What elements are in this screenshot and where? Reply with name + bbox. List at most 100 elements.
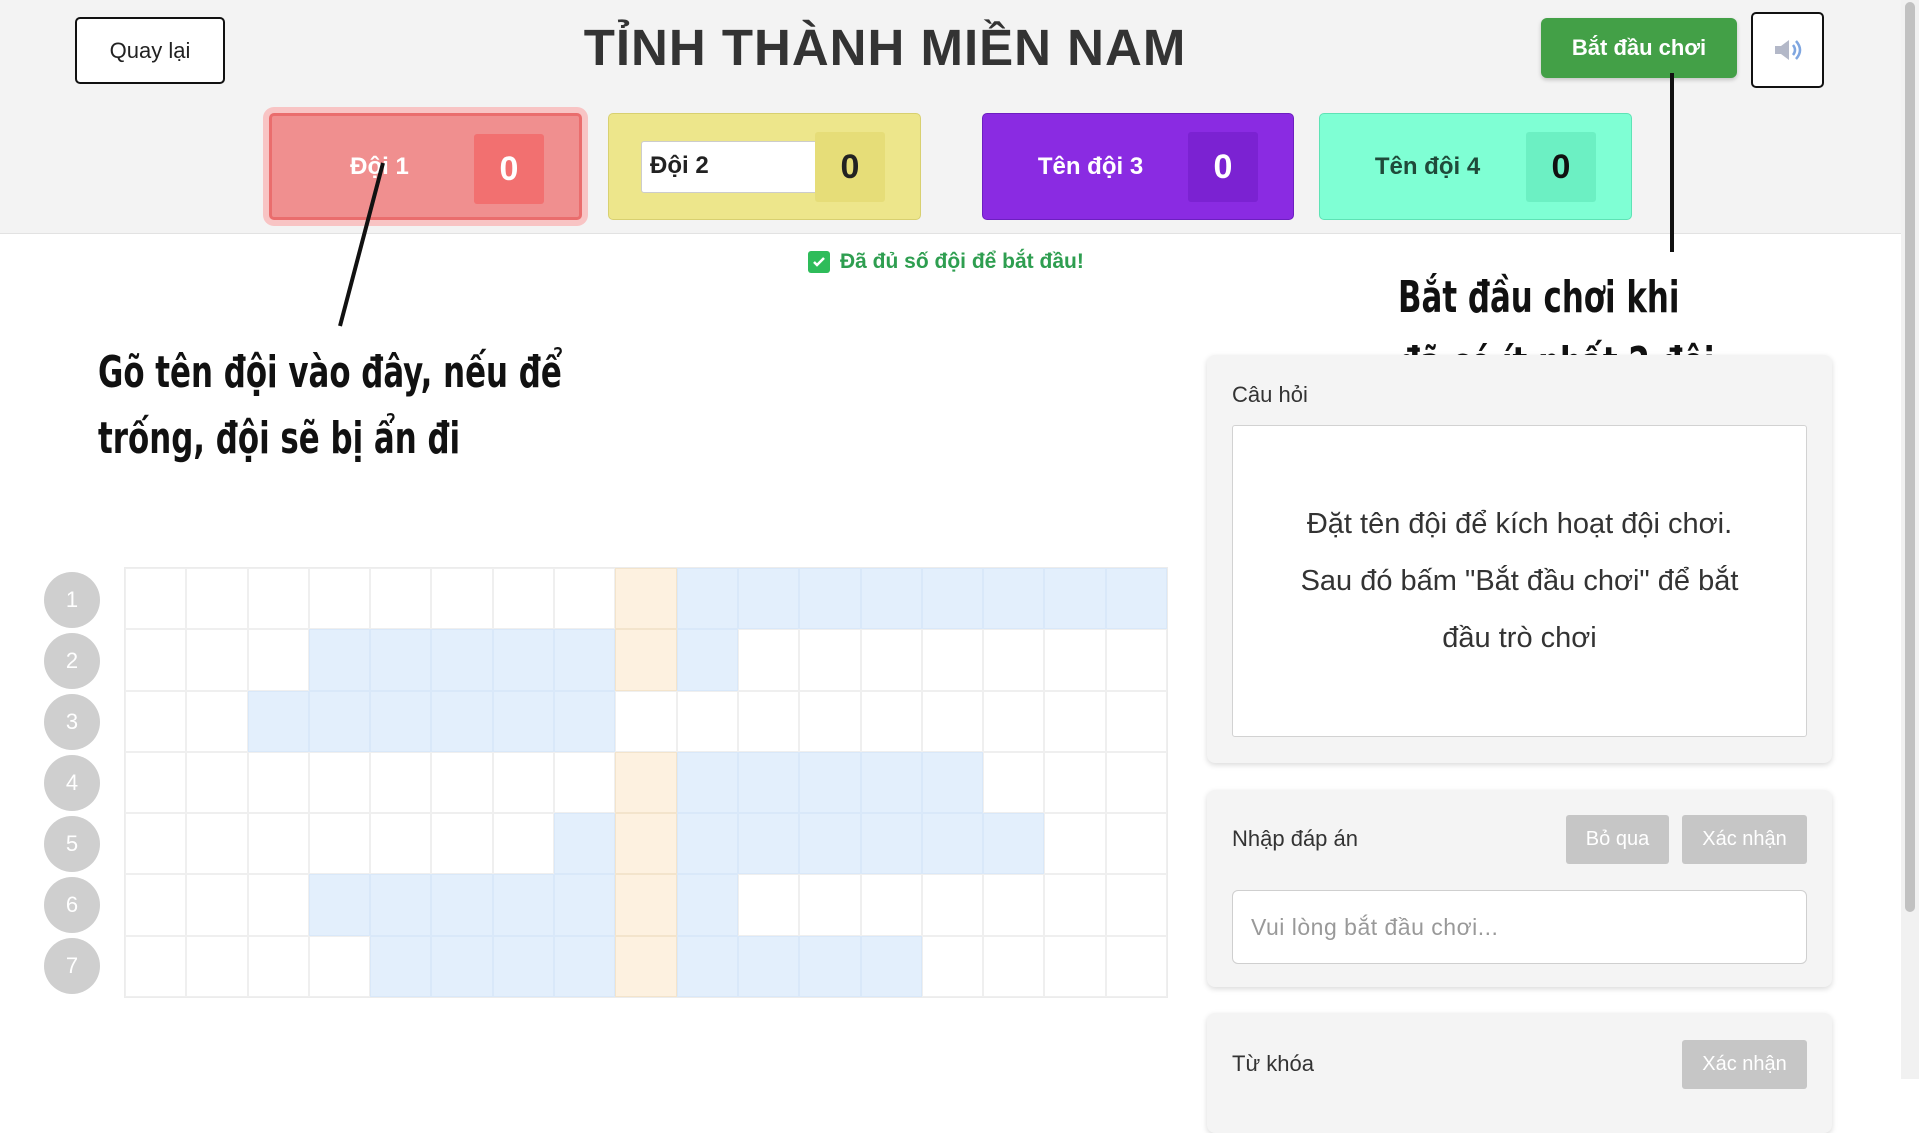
board-cell [370, 629, 432, 691]
board-cell [860, 568, 922, 630]
board-cell [983, 568, 1045, 630]
board-cell [921, 813, 984, 875]
keyword-panel: Từ khóa Xác nhận [1207, 1013, 1832, 1133]
board-cell [370, 751, 432, 814]
row-number[interactable]: 7 [44, 938, 100, 994]
board-cell [554, 813, 616, 875]
board-cell [186, 690, 248, 752]
board-cell [247, 629, 309, 691]
board-cell [921, 751, 984, 814]
team-hint-arrow [338, 162, 385, 327]
board-cell [186, 568, 248, 630]
board-cell [492, 935, 555, 998]
row-number[interactable]: 5 [44, 816, 100, 872]
board-cell [1044, 935, 1106, 998]
board-cell [186, 629, 248, 691]
board-cell [676, 751, 738, 814]
row-number[interactable]: 2 [44, 633, 100, 689]
board-cell [983, 629, 1045, 691]
skip-button[interactable]: Bỏ qua [1566, 815, 1669, 864]
board-cell [492, 629, 555, 691]
board-cell [554, 568, 616, 630]
row-number[interactable]: 1 [44, 572, 100, 628]
row-number[interactable]: 6 [44, 877, 100, 933]
board-cell [676, 629, 738, 691]
board-cell [737, 690, 800, 752]
row-number-column: 1234567 [44, 572, 100, 999]
row-number[interactable]: 4 [44, 755, 100, 811]
board-cell [921, 568, 984, 630]
board-cell [799, 568, 861, 630]
confirm-keyword-button[interactable]: Xác nhận [1682, 1040, 1807, 1089]
board-cell [247, 690, 309, 752]
board-cell [1044, 690, 1106, 752]
board-cell [125, 813, 187, 875]
board-cell [554, 629, 616, 691]
board-cell [125, 690, 187, 752]
board-cell [676, 874, 738, 936]
board-cell [983, 751, 1045, 814]
board-cell [1044, 751, 1106, 814]
board-cell [1105, 813, 1168, 875]
board-cell [308, 874, 371, 936]
answer-label: Nhập đáp án [1232, 826, 1358, 851]
confirm-answer-button[interactable]: Xác nhận [1682, 815, 1807, 864]
board-cell [615, 935, 677, 998]
answer-input[interactable]: Vui lòng bắt đầu chơi... [1232, 890, 1807, 964]
board-cell [308, 690, 371, 752]
board-cell [431, 690, 493, 752]
board-cell [737, 813, 800, 875]
board-cell [186, 935, 248, 998]
board-cell [676, 568, 738, 630]
board-cell [799, 813, 861, 875]
board-cell [983, 813, 1045, 875]
row-number[interactable]: 3 [44, 694, 100, 750]
board-cell [492, 751, 555, 814]
board-cell [1044, 813, 1106, 875]
board-cell [431, 874, 493, 936]
board-cell [186, 751, 248, 814]
board-cell [1105, 629, 1168, 691]
board-cell [615, 629, 677, 691]
board-cell [737, 874, 800, 936]
board-cell [737, 568, 800, 630]
board-cell [799, 690, 861, 752]
board-cell [308, 813, 371, 875]
board-cell [983, 874, 1045, 936]
board-cell [799, 935, 861, 998]
board-cell [308, 568, 371, 630]
board-cell [676, 813, 738, 875]
board-cell [615, 690, 677, 752]
board-cell [492, 690, 555, 752]
board-cell [921, 690, 984, 752]
board-cell [737, 751, 800, 814]
crossword-board [124, 567, 1169, 999]
scrollbar[interactable] [1901, 0, 1919, 1079]
board-cell [125, 935, 187, 998]
board-cell [370, 935, 432, 998]
board-cell [799, 874, 861, 936]
board-cell [860, 629, 922, 691]
board-cell [370, 690, 432, 752]
board-cell [1105, 874, 1168, 936]
board-cell [860, 813, 922, 875]
board-cell [431, 629, 493, 691]
board-cell [799, 751, 861, 814]
board-cell [431, 813, 493, 875]
question-panel: Câu hỏi Đặt tên đội để kích hoạt đội chơ… [1207, 355, 1832, 763]
board-cell [1105, 751, 1168, 814]
board-cell [615, 751, 677, 814]
board-cell [921, 874, 984, 936]
board-cell [492, 813, 555, 875]
board-cell [492, 568, 555, 630]
board-cell [370, 568, 432, 630]
board-cell [186, 813, 248, 875]
board-cell [308, 935, 371, 998]
board-cell [125, 874, 187, 936]
board-cell [370, 874, 432, 936]
board-cell [431, 935, 493, 998]
board-cell [799, 629, 861, 691]
board-cell [125, 568, 187, 630]
scrollbar-thumb[interactable] [1905, 2, 1915, 912]
board-cell [1105, 568, 1168, 630]
